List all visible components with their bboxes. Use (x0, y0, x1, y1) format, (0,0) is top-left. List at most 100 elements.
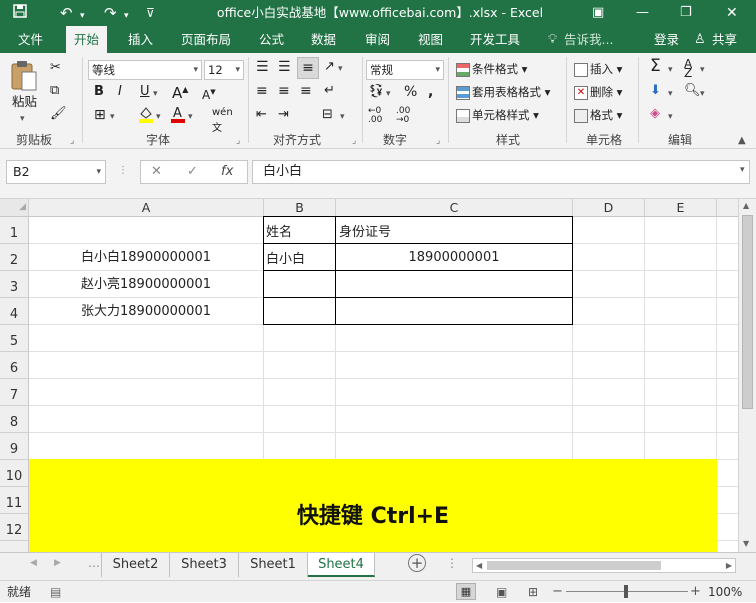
font-launcher-icon[interactable]: ⌟ (236, 133, 240, 149)
column-header-b[interactable]: B (264, 199, 336, 217)
align-middle-icon[interactable]: ☰ (278, 59, 291, 75)
bold-icon[interactable]: B (94, 84, 104, 100)
zoom-out-icon[interactable]: − (552, 581, 563, 603)
decrease-font-icon[interactable]: A▼ (202, 84, 216, 103)
currency-icon[interactable]: 💱︎ (368, 84, 385, 100)
align-left-icon[interactable]: ≡ (256, 83, 268, 99)
align-center-icon[interactable]: ≡ (278, 83, 290, 99)
normal-view-icon[interactable]: ▦ (456, 583, 476, 600)
cancel-icon[interactable]: ✕ (151, 164, 162, 179)
more-sheets-icon[interactable]: … (88, 556, 100, 570)
macro-record-icon[interactable]: ▤ (50, 581, 61, 603)
cell-b1[interactable]: 姓名 (266, 218, 334, 244)
add-sheet-icon[interactable]: + (408, 554, 426, 572)
merge-center-icon[interactable]: ⊟ (322, 107, 333, 123)
insert-cells-button[interactable]: 插入 ▾ (574, 61, 622, 77)
number-launcher-icon[interactable]: ⌟ (436, 133, 440, 149)
fill-dropdown-icon[interactable]: ▾ (156, 109, 161, 125)
tab-data[interactable]: 数据 (311, 26, 336, 53)
name-box[interactable]: B2 ▾ (6, 160, 106, 184)
formula-input[interactable]: 白小白 (252, 160, 750, 184)
paste-dropdown-icon[interactable]: ▾ (20, 111, 25, 127)
insert-function-icon[interactable]: fx (221, 164, 233, 179)
row-header[interactable]: 12 (0, 514, 29, 541)
save-icon[interactable] (12, 3, 28, 24)
borders-dropdown-icon[interactable]: ▾ (110, 109, 115, 125)
expand-formula-icon[interactable]: ▾ (740, 165, 745, 175)
row-header[interactable]: 2 (0, 244, 29, 271)
alignment-launcher-icon[interactable]: ⌟ (352, 133, 356, 149)
row-header[interactable]: 9 (0, 433, 29, 460)
align-bottom-icon[interactable]: ≡ (297, 57, 319, 79)
number-format-select[interactable]: 常规 ▾ (366, 60, 444, 80)
clipboard-launcher-icon[interactable]: ⌟ (70, 133, 74, 149)
cell-c1[interactable]: 身份证号 (339, 218, 569, 244)
find-select-icon[interactable]: 🔍︎ (684, 83, 701, 99)
customize-toolbar-icon[interactable]: ⊽ (146, 3, 155, 23)
tell-me-box[interactable]: 告诉我... (564, 26, 613, 53)
enter-icon[interactable]: ✓ (187, 164, 198, 179)
tab-insert[interactable]: 插入 (128, 26, 153, 53)
scroll-down-icon[interactable]: ▼ (743, 539, 749, 548)
scroll-up-icon[interactable]: ▲ (743, 201, 749, 210)
scroll-left-icon[interactable]: ◀ (476, 559, 482, 572)
conditional-format-button[interactable]: 条件格式 ▾ (456, 61, 527, 77)
tab-formulas[interactable]: 公式 (259, 26, 284, 53)
font-color-dropdown-icon[interactable]: ▾ (188, 109, 193, 125)
row-header[interactable]: 1 (0, 217, 29, 244)
percent-icon[interactable]: % (404, 84, 417, 100)
currency-dropdown-icon[interactable]: ▾ (386, 86, 391, 102)
ribbon-display-icon[interactable]: ▣ (592, 3, 604, 23)
sheet-tab-sheet2[interactable]: Sheet2 (101, 553, 170, 577)
clear-dropdown-icon[interactable]: ▾ (668, 109, 673, 125)
select-all-corner[interactable]: ◢ (0, 199, 29, 217)
minimize-icon[interactable]: — (636, 3, 649, 23)
paste-icon[interactable] (10, 59, 38, 97)
fill-color-icon[interactable] (138, 105, 154, 127)
tab-view[interactable]: 视图 (418, 26, 443, 53)
tab-home[interactable]: 开始 (66, 26, 108, 53)
paste-button[interactable]: 粘贴 (12, 94, 37, 110)
row-header[interactable]: 8 (0, 406, 29, 433)
italic-icon[interactable]: I (118, 84, 122, 100)
restore-icon[interactable]: ❐ (680, 3, 692, 23)
align-right-icon[interactable]: ≡ (300, 83, 312, 99)
column-header-f[interactable] (717, 199, 738, 217)
h-scroll-thumb[interactable] (487, 561, 661, 570)
row-header[interactable]: 6 (0, 352, 29, 379)
undo-icon[interactable]: ↶ (60, 3, 73, 23)
cell-styles-button[interactable]: 单元格样式 ▾ (456, 107, 539, 123)
sheet-tab-sheet3[interactable]: Sheet3 (170, 553, 239, 577)
autosum-icon[interactable]: Σ (650, 58, 661, 75)
close-icon[interactable]: ✕ (726, 3, 738, 23)
tab-review[interactable]: 审阅 (365, 26, 390, 53)
scroll-right-icon[interactable]: ▶ (726, 559, 732, 572)
format-as-table-button[interactable]: 套用表格格式 ▾ (456, 84, 550, 100)
sheet-tab-sheet1[interactable]: Sheet1 (239, 553, 308, 577)
orientation-icon[interactable]: ↗ (324, 59, 335, 75)
redo-icon[interactable]: ↷ (104, 3, 117, 23)
font-size-select[interactable]: 12 ▾ (204, 60, 244, 80)
delete-cells-button[interactable]: ✕ 删除 ▾ (574, 84, 622, 100)
login-link[interactable]: 登录 (654, 26, 679, 53)
wrap-text-icon[interactable]: ↵ (324, 83, 335, 99)
cut-icon[interactable]: ✂ (50, 60, 61, 76)
align-top-icon[interactable]: ☰ (256, 59, 269, 75)
merge-dropdown-icon[interactable]: ▾ (340, 109, 345, 125)
scroll-sheets-left-icon[interactable]: ◀ (30, 558, 37, 568)
copy-icon[interactable]: ⧉ (50, 83, 59, 99)
phonetic-icon[interactable]: wén 文 (212, 105, 233, 137)
horizontal-scrollbar[interactable]: ◀ ▶ (472, 558, 736, 573)
tab-page-layout[interactable]: 页面布局 (181, 26, 231, 53)
zoom-slider-thumb[interactable] (624, 585, 628, 598)
increase-font-icon[interactable]: A▲ (172, 82, 188, 101)
page-break-view-icon[interactable]: ⊞ (528, 581, 538, 603)
row-header[interactable]: 4 (0, 298, 29, 325)
column-header-d[interactable]: D (573, 199, 645, 217)
underline-icon[interactable]: U (140, 84, 150, 100)
fill-icon[interactable]: ⬇ (650, 83, 661, 99)
clear-icon[interactable]: ◈ (650, 106, 660, 122)
underline-dropdown-icon[interactable]: ▾ (153, 86, 158, 102)
scroll-sheets-right-icon[interactable]: ▶ (54, 558, 61, 568)
font-name-select[interactable]: 等线 ▾ (88, 60, 202, 80)
